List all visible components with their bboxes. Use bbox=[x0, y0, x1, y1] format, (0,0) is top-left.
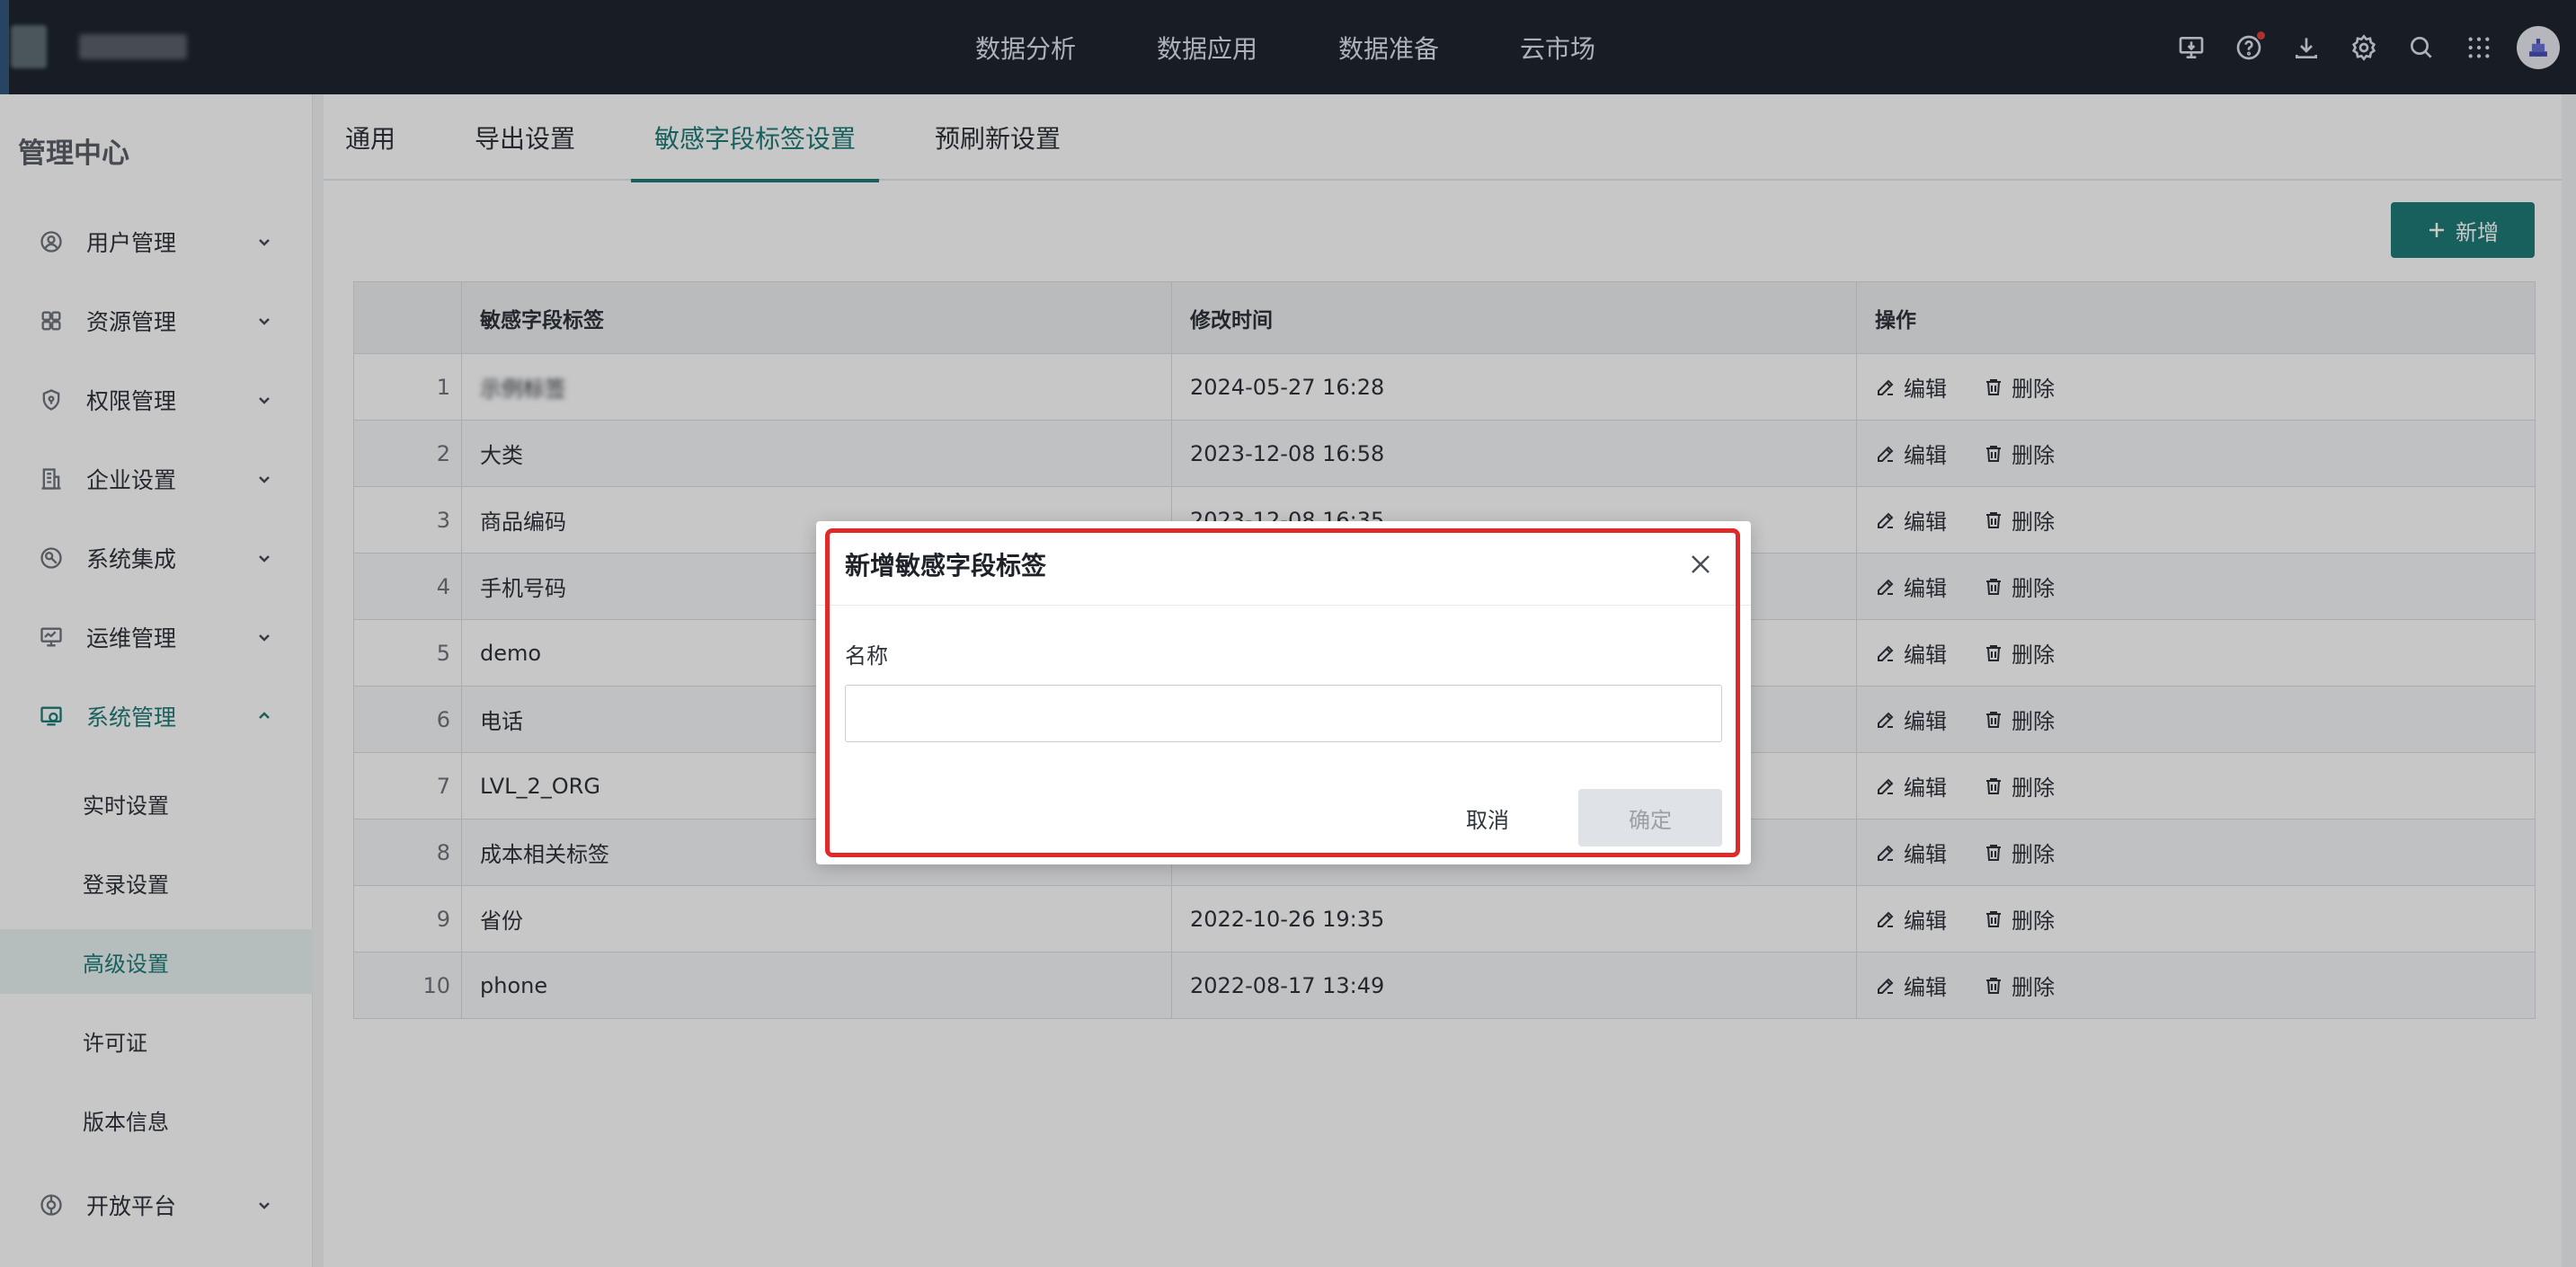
dialog-header: 新增敏感字段标签 bbox=[816, 521, 1751, 606]
close-icon[interactable] bbox=[1688, 552, 1713, 577]
cancel-button[interactable]: 取消 bbox=[1456, 791, 1519, 845]
dialog-title: 新增敏感字段标签 bbox=[845, 551, 1047, 580]
name-field-label: 名称 bbox=[845, 643, 888, 669]
name-input[interactable] bbox=[845, 685, 1722, 742]
confirm-button[interactable]: 确定 bbox=[1578, 789, 1722, 846]
